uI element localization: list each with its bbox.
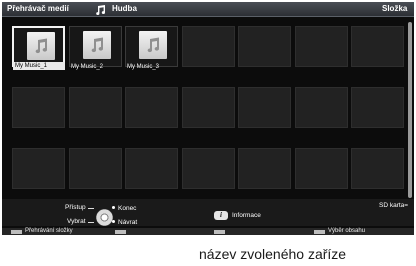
tv-screen: Přehrávač medií Hudba Složka My Music_1 M…: [2, 2, 414, 235]
empty-tile[interactable]: [351, 87, 404, 128]
back-dot-icon: [112, 220, 115, 223]
exit-hint: Konec: [118, 205, 137, 212]
blue-button-icon: [314, 230, 325, 234]
music-folder-icon: [83, 31, 111, 59]
play-folder-label: Přehrávání složky: [25, 228, 73, 234]
tile-label: My Music_2: [71, 64, 104, 70]
select-hint: Vybrat: [67, 218, 86, 225]
empty-tile[interactable]: [295, 26, 348, 67]
info-button-icon: i: [214, 211, 228, 220]
empty-tile[interactable]: [125, 87, 178, 128]
exit-dot-icon: [112, 206, 115, 209]
scrollbar[interactable]: [408, 22, 412, 198]
access-hint-line: [88, 208, 94, 209]
empty-tile[interactable]: [125, 148, 178, 189]
access-hint: Přístup: [65, 204, 86, 211]
media-folder-tile[interactable]: My Music_1: [12, 26, 65, 70]
music-folder-icon: [27, 32, 55, 60]
music-folder-icon: [139, 31, 167, 59]
media-folder-tile[interactable]: My Music_3: [125, 26, 178, 70]
color-button-bar: Přehrávání složky Výběr obsahu: [2, 228, 414, 235]
yellow-button-icon: [214, 230, 225, 234]
content-select-label: Výběr obsahu: [328, 228, 366, 234]
empty-tile[interactable]: [69, 87, 122, 128]
green-button-icon: [115, 230, 126, 234]
info-hint: Informace: [232, 212, 261, 219]
empty-tile[interactable]: [295, 87, 348, 128]
empty-tile[interactable]: [238, 148, 291, 189]
red-button-icon: [11, 230, 22, 234]
back-hint: Návrat: [118, 219, 138, 226]
empty-tile[interactable]: [182, 87, 235, 128]
empty-tile[interactable]: [182, 148, 235, 189]
empty-tile[interactable]: [295, 148, 348, 189]
header-bar: Přehrávač medií Hudba Složka: [2, 2, 414, 17]
empty-tile[interactable]: [238, 87, 291, 128]
media-folder-tile[interactable]: My Music_2: [69, 26, 122, 70]
view-mode-label: Složka: [382, 4, 408, 13]
navigation-dpad-icon: [96, 209, 113, 226]
tile-label: My Music_3: [127, 64, 160, 70]
media-player-title: Přehrávač medií: [7, 4, 69, 13]
music-note-icon: [94, 3, 106, 15]
empty-tile[interactable]: [12, 148, 65, 189]
hint-panel: [2, 199, 414, 226]
empty-tile[interactable]: [182, 26, 235, 67]
empty-tile[interactable]: [351, 26, 404, 67]
empty-tile[interactable]: [351, 148, 404, 189]
tile-label: My Music_1: [13, 62, 65, 70]
select-hint-line: [88, 222, 94, 223]
category-title: Hudba: [112, 4, 137, 13]
empty-tile[interactable]: [238, 26, 291, 67]
empty-tile[interactable]: [12, 87, 65, 128]
caption-text: název zvoleného zaříze: [199, 246, 347, 262]
sd-card-status: SD karta=: [379, 202, 409, 209]
empty-tile[interactable]: [69, 148, 122, 189]
